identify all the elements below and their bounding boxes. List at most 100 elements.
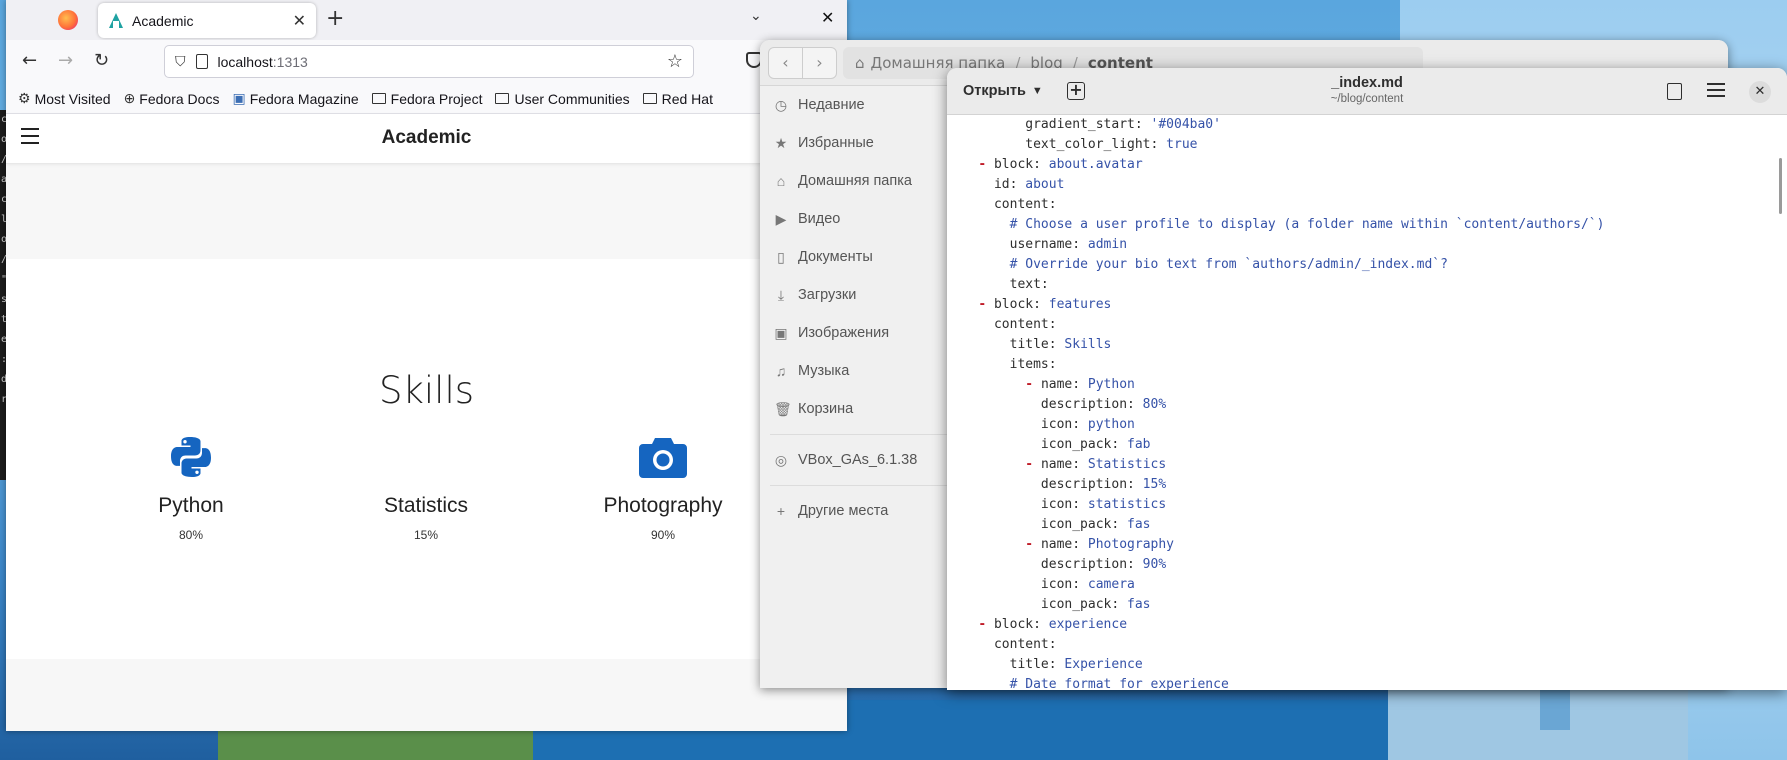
code-line[interactable]: items: <box>947 355 1787 375</box>
bookmark-fedora-project[interactable]: Fedora Project <box>371 91 482 107</box>
code-line[interactable]: - block: experience <box>947 615 1787 635</box>
python-icon <box>171 437 211 477</box>
code-line[interactable]: title: Experience <box>947 655 1787 675</box>
code-line[interactable]: # Override your bio text from `authors/a… <box>947 255 1787 275</box>
code-line[interactable]: - name: Python <box>947 375 1787 395</box>
code-line[interactable]: icon_pack: fas <box>947 595 1787 615</box>
firefox-window: Academic ✕ + ⌄ ✕ ← → ↻ ⛉ localhost:1313 … <box>6 0 847 731</box>
bookmark-fedora-magazine[interactable]: ▣ Fedora Magazine <box>232 90 358 107</box>
code-line[interactable]: icon_pack: fab <box>947 435 1787 455</box>
bookmark-fedora-docs[interactable]: ⊕ Fedora Docs <box>124 90 220 107</box>
clock-icon: ◷ <box>774 97 788 113</box>
code-line[interactable]: text_color_light: true <box>947 135 1787 155</box>
bookmark-red-hat[interactable]: Red Hat <box>642 91 713 107</box>
code-line[interactable]: # Choose a user profile to display (a fo… <box>947 215 1787 235</box>
scrollbar[interactable] <box>1779 158 1782 214</box>
sidebar-item-device[interactable]: ◎ VBox_GAs_6.1.38 <box>760 441 960 479</box>
plus-icon: + <box>776 503 786 519</box>
close-window-icon[interactable]: ✕ <box>1749 81 1771 103</box>
code-line[interactable]: content: <box>947 195 1787 215</box>
bookmark-star-icon[interactable]: ☆ <box>667 51 683 72</box>
code-line[interactable]: - name: Photography <box>947 535 1787 555</box>
hamburger-menu-icon[interactable] <box>1707 83 1725 101</box>
editor-text-area[interactable]: gradient_start: '#004ba0' text_color_lig… <box>947 115 1787 690</box>
sidebar-item-pictures[interactable]: ▣ Изображения <box>760 314 960 352</box>
camera-icon <box>639 438 687 478</box>
close-tab-icon[interactable]: ✕ <box>293 11 306 30</box>
site-navbar: Academic <box>6 114 847 164</box>
forward-arrow-icon[interactable]: → <box>58 50 73 71</box>
sidebar-item-trash[interactable]: 🗑 Корзина <box>760 390 960 428</box>
code-line[interactable]: icon_pack: fas <box>947 515 1787 535</box>
code-line[interactable]: description: 15% <box>947 475 1787 495</box>
code-line[interactable]: icon: camera <box>947 575 1787 595</box>
sidebar-item-downloads[interactable]: ⤓ Загрузки <box>760 276 960 314</box>
code-line[interactable]: gradient_start: '#004ba0' <box>947 115 1787 135</box>
new-tab-icon[interactable]: + <box>326 6 344 31</box>
shield-icon[interactable]: ⛉ <box>175 54 186 70</box>
file-path: ~/blog/content <box>1330 93 1404 105</box>
page-icon[interactable] <box>195 54 208 69</box>
code-line[interactable]: - block: about.avatar <box>947 155 1787 175</box>
sidebar-divider <box>770 434 950 435</box>
skill-name: Python <box>158 494 224 517</box>
bookmarks-toolbar: ⚙ Most Visited ⊕ Fedora Docs ▣ Fedora Magaz… <box>6 84 847 114</box>
sidebar-item-videos[interactable]: ▶ Видео <box>760 200 960 238</box>
wallpaper-block <box>1388 690 1688 760</box>
sidebar-item-starred[interactable]: ★ Избранные <box>760 124 960 162</box>
code-line[interactable]: # Date format for experience <box>947 675 1787 690</box>
code-line[interactable]: icon: python <box>947 415 1787 435</box>
close-window-icon[interactable]: ✕ <box>821 8 834 27</box>
sidebar-item-home[interactable]: ⌂ Домашняя папка <box>760 162 960 200</box>
url-bar[interactable]: ⛉ localhost:1313 ☆ <box>164 45 694 78</box>
folder-icon <box>371 93 386 104</box>
files-sidebar: ◷ Недавние ★ Избранные ⌂ Домашняя папка ▶ Ви… <box>760 86 960 688</box>
code-line[interactable]: content: <box>947 315 1787 335</box>
skill-statistics: Statistics 15% <box>306 434 546 542</box>
code-line[interactable]: username: admin <box>947 235 1787 255</box>
skill-description: 15% <box>413 528 439 542</box>
home-icon: ⌂ <box>776 173 786 189</box>
document-icon: ▯ <box>777 249 785 265</box>
code-line[interactable]: icon: statistics <box>947 495 1787 515</box>
skill-python: Python 80% <box>71 434 311 542</box>
code-line[interactable]: description: 80% <box>947 395 1787 415</box>
skill-name: Photography <box>603 494 723 517</box>
code-line[interactable]: description: 90% <box>947 555 1787 575</box>
sidebar-item-other-places[interactable]: + Другие места <box>760 492 960 530</box>
firefox-view-icon[interactable] <box>58 10 78 30</box>
site-brand[interactable]: Academic <box>6 127 847 149</box>
bookmark-user-communities[interactable]: User Communities <box>495 91 630 107</box>
home-icon: ⌂ <box>855 54 865 72</box>
disc-icon: ◎ <box>774 452 788 468</box>
skill-photography: Photography 90% <box>543 434 783 542</box>
back-arrow-icon[interactable]: ← <box>22 50 37 71</box>
sidebar-item-music[interactable]: ♫ Музыка <box>760 352 960 390</box>
forward-arrow-icon[interactable]: › <box>803 48 836 78</box>
sidebar-item-recent[interactable]: ◷ Недавние <box>760 86 960 124</box>
code-line[interactable]: id: about <box>947 175 1787 195</box>
tab-bar: Academic ✕ + ⌄ ✕ <box>6 0 847 40</box>
bookmark-most-visited[interactable]: ⚙ Most Visited <box>18 90 111 107</box>
music-icon: ♫ <box>775 363 787 379</box>
navigation-bar: ← → ↻ ⛉ localhost:1313 ☆ <box>6 40 847 84</box>
trash-icon: 🗑 <box>774 401 792 417</box>
document-search-icon[interactable] <box>1667 83 1682 100</box>
skill-description: 80% <box>178 528 204 542</box>
code-line[interactable]: text: <box>947 275 1787 295</box>
hero-section <box>6 164 847 259</box>
globe-icon: ⊕ <box>123 90 136 106</box>
image-icon: ▣ <box>774 325 788 341</box>
fedora-magazine-icon: ▣ <box>232 90 246 106</box>
sidebar-item-documents[interactable]: ▯ Документы <box>760 238 960 276</box>
chevron-down-icon[interactable]: ⌄ <box>750 8 762 24</box>
code-line[interactable]: - name: Statistics <box>947 455 1787 475</box>
tab-academic[interactable]: Academic ✕ <box>98 3 316 38</box>
reload-icon[interactable]: ↻ <box>94 50 109 71</box>
code-line[interactable]: title: Skills <box>947 335 1787 355</box>
code-line[interactable]: content: <box>947 635 1787 655</box>
back-arrow-icon[interactable]: ‹ <box>769 48 803 78</box>
code-line[interactable]: - block: features <box>947 295 1787 315</box>
url-port: :1313 <box>272 53 308 70</box>
file-name: _index.md <box>1331 75 1403 91</box>
